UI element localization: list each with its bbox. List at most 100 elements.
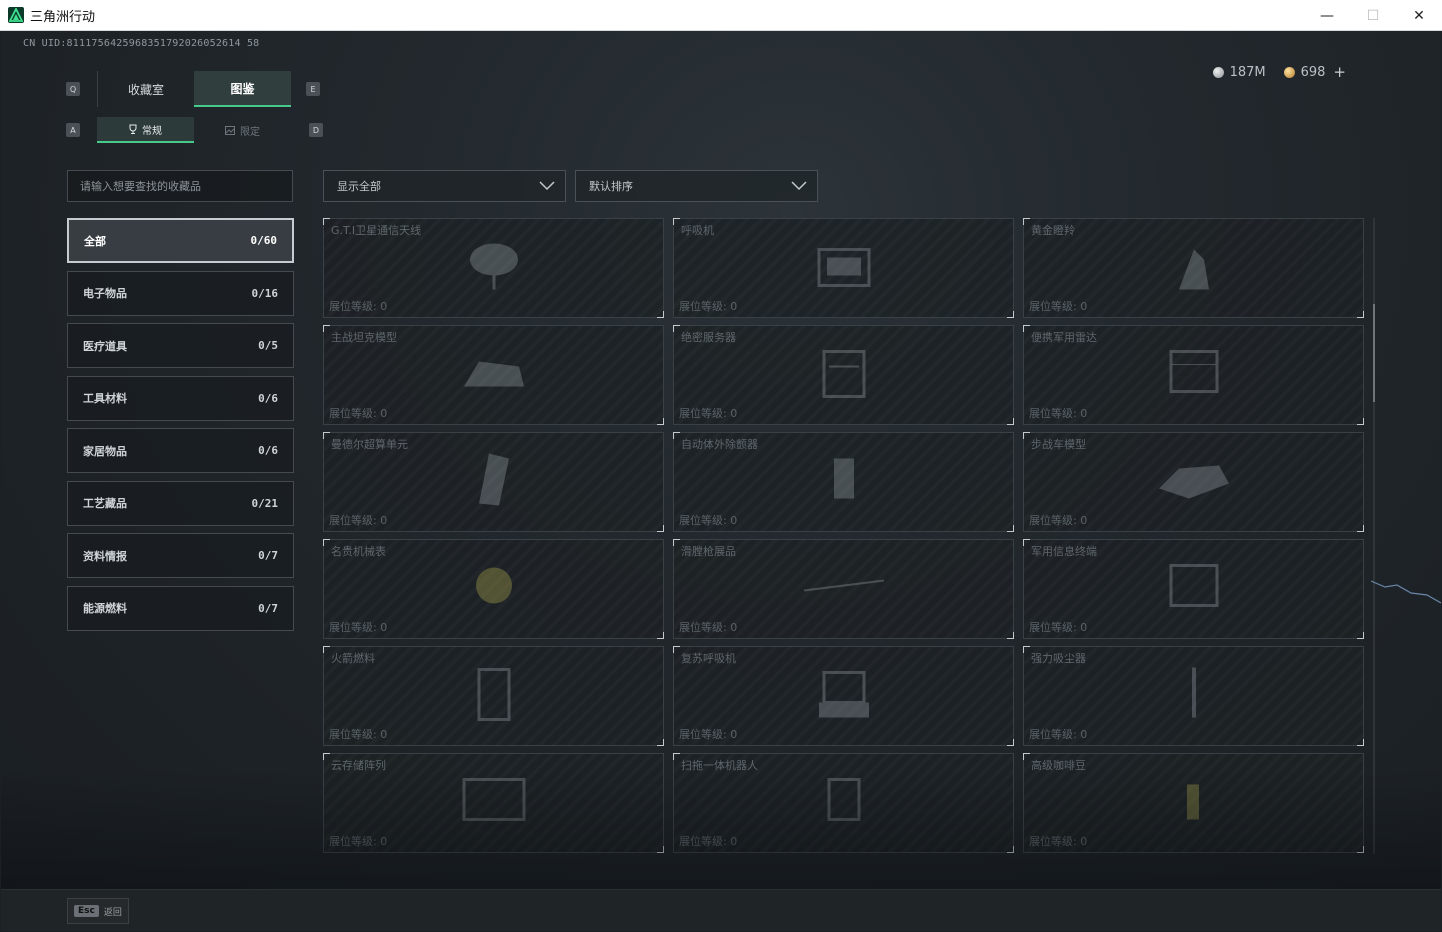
collectible-name: 主战坦克模型 — [331, 331, 397, 344]
category-item[interactable]: 家居物品 0/6 — [67, 428, 294, 473]
coffee-beans-icon — [1186, 784, 1199, 820]
collectible-level: 展位等级: 0 — [679, 300, 738, 313]
category-item[interactable]: 能源燃料 0/7 — [67, 585, 294, 631]
robot-vacuum-icon — [827, 778, 860, 821]
add-currency-button[interactable]: + — [1333, 63, 1346, 81]
collectible-card[interactable]: 名贵机械表 展位等级: 0 — [323, 539, 664, 639]
window-controls: — ☐ ✕ — [1304, 0, 1442, 31]
key-hint-q: Q — [66, 82, 80, 96]
collectible-card[interactable]: 步战车模型 展位等级: 0 — [1023, 432, 1364, 532]
collectible-name: G.T.I卫星通信天线 — [331, 224, 422, 237]
category-count: 0/6 — [258, 391, 278, 405]
sort-selected: 默认排序 — [589, 180, 633, 193]
category-item[interactable]: 医疗道具 0/5 — [67, 323, 294, 368]
collectible-level: 展位等级: 0 — [329, 728, 388, 741]
musket-icon — [803, 579, 884, 592]
collectible-card[interactable]: 云存储阵列 展位等级: 0 — [323, 753, 664, 853]
category-label: 工艺藏品 — [83, 497, 127, 510]
collectible-name: 黄金瞪羚 — [1031, 224, 1075, 237]
subtab-regular[interactable]: 常规 — [97, 117, 194, 143]
collectible-card[interactable]: 复苏呼吸机展位等级: 0 — [673, 646, 1014, 746]
ifv-model-icon — [1158, 465, 1229, 499]
window-titlebar: 三角洲行动 — ☐ ✕ — [0, 0, 1442, 31]
esc-key-hint: Esc — [74, 905, 99, 917]
collectible-name: 滑膛枪展品 — [681, 545, 736, 558]
collectible-level: 展位等级: 0 — [329, 407, 388, 420]
collectible-grid: G.T.I卫星通信天线 展位等级: 0 呼吸机 展位等级: 0 黄金瞪羚 展位等级: 0主… — [323, 218, 1365, 853]
collectible-name: 自动体外除颤器 — [681, 438, 758, 451]
collectible-card[interactable]: 主战坦克模型 展位等级: 0 — [323, 325, 664, 425]
collectible-card[interactable]: 军用信息终端 展位等级: 0 — [1023, 539, 1364, 639]
collectible-level: 展位等级: 0 — [679, 728, 738, 741]
category-label: 医疗道具 — [83, 339, 127, 353]
collectible-level: 展位等级: 0 — [679, 514, 738, 527]
ventilator-icon — [817, 248, 870, 287]
category-count: 0/21 — [251, 496, 279, 510]
key-hint-a: A — [66, 123, 80, 137]
scrollbar-thumb[interactable] — [1373, 304, 1375, 402]
maximize-button[interactable]: ☐ — [1350, 0, 1396, 31]
silver-coin-icon — [1212, 66, 1224, 78]
collectible-card[interactable]: 自动体外除颤器 展位等级: 0 — [673, 432, 1014, 532]
tab-codex[interactable]: 图鉴 — [194, 71, 291, 107]
category-count: 0/7 — [258, 601, 278, 615]
category-list: 全部 0/60 电子物品 0/16 医疗道具 0/5 工具材料 0/6 家居物品 0/6 工艺藏品 0… — [67, 218, 294, 638]
watch-icon — [475, 567, 512, 604]
gold-amount: 698 — [1300, 64, 1326, 80]
close-button[interactable]: ✕ — [1396, 0, 1442, 31]
category-item[interactable]: 全部 0/60 — [67, 218, 294, 263]
collectible-level: 展位等级: 0 — [1029, 728, 1088, 741]
category-item[interactable]: 工艺藏品 0/21 — [67, 480, 294, 526]
collectible-name: 呼吸机 — [681, 224, 714, 237]
collectible-card[interactable]: 便携军用雷达 展位等级: 0 — [1023, 325, 1364, 425]
category-item[interactable]: 工具材料 0/6 — [67, 375, 294, 421]
minimize-button[interactable]: — — [1304, 0, 1350, 31]
sub-tabs: 常规 限定 — [97, 117, 291, 143]
tab-collection-room[interactable]: 收藏室 — [97, 71, 194, 107]
collectible-card[interactable]: 高级咖啡豆 展位等级: 0 — [1023, 753, 1364, 853]
category-item[interactable]: 电子物品 0/16 — [67, 270, 294, 316]
collectible-card[interactable]: 扫拖一体机器人 展位等级: 0 — [673, 753, 1014, 853]
lightning-decoration — [1371, 580, 1441, 604]
collectible-card[interactable]: G.T.I卫星通信天线 展位等级: 0 — [323, 218, 664, 318]
collectible-level: 展位等级: 0 — [679, 835, 738, 848]
subtab-limited-label: 限定 — [240, 126, 260, 138]
filter-dropdown[interactable]: 显示全部 — [323, 170, 566, 202]
subtab-limited[interactable]: 限定 — [194, 117, 291, 143]
grid-scrollbar[interactable] — [1373, 218, 1375, 854]
collectible-card[interactable]: 曼德尔超算单元 展位等级: 0 — [323, 432, 664, 532]
silver-amount: 187M — [1229, 64, 1266, 80]
collectible-card[interactable]: 滑膛枪展品 展位等级: 0 — [673, 539, 1014, 639]
key-hint-d: D — [309, 123, 323, 137]
category-item[interactable]: 资料情报 0/7 — [67, 533, 294, 578]
collectible-card[interactable]: 火箭燃料 展位等级: 0 — [323, 646, 664, 746]
chevron-down-icon — [539, 181, 555, 191]
collectible-card[interactable]: 黄金瞪羚 展位等级: 0 — [1023, 218, 1364, 318]
vacuum-icon — [1191, 667, 1196, 718]
collectible-card[interactable]: 绝密服务器 展位等级: 0 — [673, 325, 1014, 425]
trophy-icon — [129, 124, 137, 134]
back-label: 返回 — [103, 907, 122, 918]
back-button[interactable]: Esc 返回 — [67, 898, 129, 924]
image-icon — [225, 125, 235, 135]
currency-bar: 187M 698 + — [1212, 63, 1346, 81]
collectible-card[interactable]: 强力吸尘器 展位等级: 0 — [1023, 646, 1364, 746]
collectible-level: 展位等级: 0 — [329, 835, 388, 848]
key-hint-e: E — [306, 82, 320, 96]
collectible-level: 展位等级: 0 — [679, 407, 738, 420]
category-label: 家居物品 — [83, 444, 127, 458]
collectible-level: 展位等级: 0 — [1029, 407, 1088, 420]
collectible-name: 复苏呼吸机 — [681, 652, 736, 665]
gold-coin-icon — [1283, 66, 1295, 78]
search-input[interactable] — [80, 179, 292, 193]
category-label: 资料情报 — [83, 549, 127, 563]
collectible-name: 扫拖一体机器人 — [681, 759, 758, 772]
radar-icon — [1169, 350, 1218, 393]
collectible-level: 展位等级: 0 — [1029, 514, 1088, 527]
collectible-card[interactable]: 呼吸机展位等级: 0 — [673, 218, 1014, 318]
sort-dropdown[interactable]: 默认排序 — [575, 170, 818, 202]
filter-selected: 显示全部 — [337, 180, 381, 193]
compute-unit-icon — [478, 453, 509, 506]
currency-silver: 187M — [1212, 64, 1266, 80]
main-tabs: 收藏室 图鉴 — [97, 71, 291, 107]
